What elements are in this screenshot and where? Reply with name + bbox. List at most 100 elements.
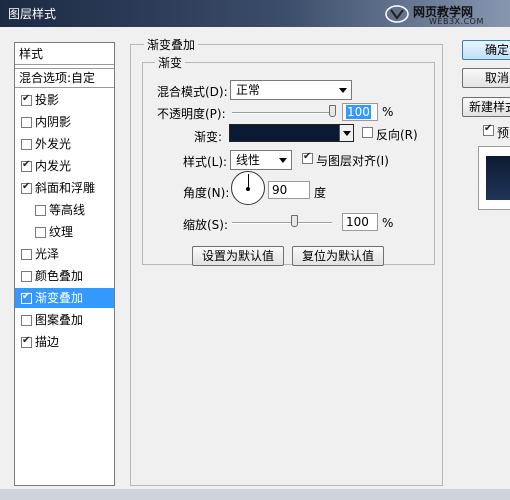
watermark: 网页教学网 WEB3X.COM xyxy=(385,2,510,28)
angle-dial[interactable] xyxy=(231,171,265,205)
angle-label: 角度(N): xyxy=(183,186,230,200)
align-with-layer-label: 与图层对齐(I) xyxy=(316,154,389,168)
opacity-label: 不透明度(P): xyxy=(157,107,226,121)
style-list-item[interactable]: 内阴影 xyxy=(15,112,114,132)
style-checkbox[interactable] xyxy=(35,205,46,216)
style-list-item[interactable]: 光泽 xyxy=(15,244,114,264)
style-item-label: 等高线 xyxy=(49,203,86,217)
style-list-item[interactable]: 等高线 xyxy=(15,200,114,220)
gradient-picker-button[interactable] xyxy=(339,125,353,141)
scale-input[interactable]: 100 xyxy=(342,213,378,231)
ok-button[interactable]: 确定 xyxy=(462,40,510,60)
align-with-layer-checkbox[interactable]: ✔ xyxy=(302,151,313,164)
opacity-slider-thumb[interactable] xyxy=(329,105,336,117)
style-checkbox[interactable]: ✔ xyxy=(21,93,32,106)
chevron-down-icon xyxy=(343,131,351,136)
opacity-value: 100 xyxy=(346,105,371,119)
checkmark-icon: ✔ xyxy=(22,291,31,302)
style-checkbox[interactable] xyxy=(21,315,32,326)
style-select[interactable]: 线性 xyxy=(230,150,292,170)
style-checkbox[interactable] xyxy=(21,139,32,150)
style-value: 线性 xyxy=(236,153,261,167)
reverse-label: 反向(R) xyxy=(376,128,418,142)
cancel-label: 取消 xyxy=(484,71,509,85)
gradient-overlay-title: 渐变叠加 xyxy=(144,36,199,53)
gradient-group-title: 渐变 xyxy=(155,54,186,71)
preview-label: 预览 xyxy=(497,126,510,140)
style-item-label: 投影 xyxy=(35,93,60,107)
style-item-label: 图案叠加 xyxy=(35,313,84,327)
window-title: 图层样式 xyxy=(8,7,57,21)
style-checkbox[interactable] xyxy=(21,117,32,128)
style-item-label: 渐变叠加 xyxy=(35,291,84,305)
gradient-swatch[interactable] xyxy=(229,124,354,142)
cancel-button[interactable]: 取消 xyxy=(462,68,510,88)
style-list-item[interactable]: 图案叠加 xyxy=(15,310,114,330)
style-list-item[interactable]: 外发光 xyxy=(15,134,114,154)
chevron-down-icon xyxy=(339,88,347,93)
watermark-url: WEB3X.COM xyxy=(429,17,484,26)
style-checkbox[interactable]: ✔ xyxy=(21,291,32,304)
blend-mode-value: 正常 xyxy=(236,83,261,97)
style-list-item[interactable]: 纹理 xyxy=(15,222,114,242)
preview-checkbox[interactable]: ✔ xyxy=(483,123,494,136)
style-item-label: 外发光 xyxy=(35,137,72,151)
style-list: 样式 混合选项:自定 ✔ 投影内阴影外发光 ✔ 内发光 ✔ 斜面和浮雕等高线纹理光泽颜色叠… xyxy=(14,42,115,486)
style-item-label: 光泽 xyxy=(35,247,60,261)
scale-value: 100 xyxy=(346,215,369,229)
style-list-item[interactable]: ✔ 投影 xyxy=(15,90,114,110)
style-list-item[interactable]: ✔ 描边 xyxy=(15,332,114,352)
style-list-header[interactable]: 样式 xyxy=(15,43,114,65)
style-checkbox[interactable] xyxy=(21,249,32,260)
new-style-label: 新建样式... xyxy=(469,100,510,114)
set-default-button[interactable]: 设置为默认值 xyxy=(192,246,284,266)
checkmark-icon: ✔ xyxy=(303,151,312,162)
watermark-logo-icon xyxy=(385,5,409,23)
checkmark-icon: ✔ xyxy=(22,93,31,104)
scale-slider-thumb[interactable] xyxy=(291,215,298,227)
scale-unit: % xyxy=(382,216,394,230)
style-checkbox[interactable]: ✔ xyxy=(21,181,32,194)
preview-thumbnail xyxy=(478,146,510,210)
opacity-slider-track[interactable] xyxy=(232,112,336,114)
checkmark-icon: ✔ xyxy=(22,181,31,192)
style-checkbox[interactable]: ✔ xyxy=(21,159,32,172)
preview-swatch xyxy=(486,156,510,200)
reset-default-button[interactable]: 复位为默认值 xyxy=(292,246,384,266)
blend-mode-select[interactable]: 正常 xyxy=(230,80,352,100)
angle-input[interactable]: 90 xyxy=(268,181,310,199)
blend-options-item[interactable]: 混合选项:自定 xyxy=(15,68,114,88)
opacity-input[interactable]: 100 xyxy=(342,103,378,121)
gradient-label: 渐变: xyxy=(194,130,223,144)
style-item-label: 内阴影 xyxy=(35,115,72,129)
style-list-item[interactable]: ✔ 内发光 xyxy=(15,156,114,176)
checkmark-icon: ✔ xyxy=(484,123,493,134)
style-item-label: 描边 xyxy=(35,335,60,349)
scale-label: 缩放(S): xyxy=(183,218,229,232)
checkmark-icon: ✔ xyxy=(22,335,31,346)
angle-center-icon xyxy=(246,187,250,191)
chevron-down-icon xyxy=(279,158,287,163)
layer-style-dialog: 样式 混合选项:自定 ✔ 投影内阴影外发光 ✔ 内发光 ✔ 斜面和浮雕等高线纹理光泽颜色叠… xyxy=(0,27,510,489)
angle-unit: 度 xyxy=(314,186,327,200)
ok-label: 确定 xyxy=(484,43,509,57)
style-list-item[interactable]: ✔ 斜面和浮雕 xyxy=(15,178,114,198)
checkmark-icon: ✔ xyxy=(22,159,31,170)
style-checkbox[interactable] xyxy=(35,227,46,238)
style-list-item[interactable]: ✔ 渐变叠加 xyxy=(15,288,114,308)
style-label: 样式(L): xyxy=(183,155,228,169)
new-style-button[interactable]: 新建样式... xyxy=(462,97,510,117)
style-item-label: 颜色叠加 xyxy=(35,269,84,283)
bottom-strip xyxy=(0,489,510,500)
style-list-item[interactable]: 颜色叠加 xyxy=(15,266,114,286)
reverse-checkbox[interactable] xyxy=(362,127,373,138)
angle-value: 90 xyxy=(272,183,288,197)
blend-mode-label: 混合模式(D): xyxy=(157,85,228,99)
style-item-label: 纹理 xyxy=(49,225,74,239)
style-checkbox[interactable]: ✔ xyxy=(21,335,32,348)
opacity-unit: % xyxy=(382,105,394,119)
style-item-label: 内发光 xyxy=(35,159,72,173)
scale-slider-track[interactable] xyxy=(232,222,332,224)
style-checkbox[interactable] xyxy=(21,271,32,282)
title-bar: 图层样式 网页教学网 WEB3X.COM xyxy=(0,0,510,27)
